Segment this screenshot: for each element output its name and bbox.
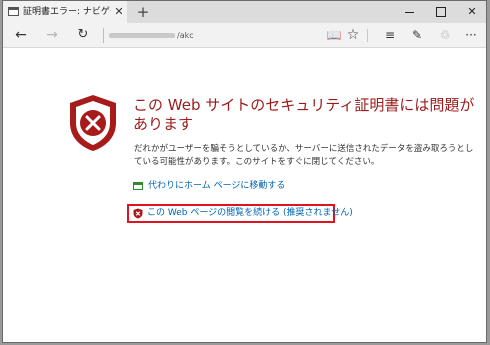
maximize-icon — [436, 7, 446, 17]
tab-close-icon[interactable]: ✕ — [113, 5, 125, 19]
address-divider — [103, 28, 104, 43]
toolbar-divider — [367, 29, 368, 42]
refresh-button[interactable]: ↻ — [74, 26, 92, 44]
reading-view-icon[interactable]: 📖 — [325, 26, 343, 44]
continue-to-page-link[interactable]: この Web ページの閲覧を続ける (推奨されません) — [127, 204, 353, 223]
error-heading: この Web サイトのセキュリティ証明書には問題があります — [133, 96, 475, 133]
active-tab[interactable]: 証明書エラー: ナビゲーション ✕ — [3, 1, 127, 23]
redacted-url — [109, 33, 175, 38]
close-window-button[interactable]: ✕ — [457, 3, 486, 21]
navigation-bar: ← → ↻ /akc 📖 ☆ ≡ ✎ ♲ ··· — [3, 23, 486, 48]
continue-label: この Web ページの閲覧を続ける (推奨されません) — [147, 208, 353, 218]
title-bar: 証明書エラー: ナビゲーション ✕ + ✕ — [3, 1, 486, 23]
more-icon[interactable]: ··· — [462, 26, 480, 44]
browser-window: 証明書エラー: ナビゲーション ✕ + ✕ ← → ↻ /akc 📖 ☆ ≡ ✎… — [2, 0, 487, 343]
go-home-link[interactable]: 代わりにホーム ページに移動する — [133, 179, 333, 193]
page-favicon-icon — [8, 7, 19, 16]
shield-warning-icon — [133, 208, 143, 219]
minimize-button[interactable] — [394, 3, 424, 21]
address-suffix: /akc — [177, 31, 194, 40]
shield-error-icon — [70, 95, 116, 151]
home-page-icon — [133, 182, 143, 190]
share-icon[interactable]: ♲ — [436, 26, 454, 44]
hub-icon[interactable]: ≡ — [381, 26, 399, 44]
favorite-star-icon[interactable]: ☆ — [344, 26, 362, 44]
go-home-label: 代わりにホーム ページに移動する — [148, 181, 286, 191]
back-button[interactable]: ← — [12, 26, 30, 44]
new-tab-button[interactable]: + — [136, 3, 150, 21]
maximize-button[interactable] — [426, 3, 456, 21]
web-note-icon[interactable]: ✎ — [408, 26, 426, 44]
error-description: だれかがユーザーを騙そうとしているか、サーバーに送信されたデータを盗み取ろうとし… — [134, 144, 474, 167]
address-bar[interactable]: /akc — [109, 28, 314, 43]
forward-button[interactable]: → — [43, 26, 61, 44]
minimize-icon — [404, 11, 414, 13]
tab-title: 証明書エラー: ナビゲーション — [23, 7, 111, 17]
